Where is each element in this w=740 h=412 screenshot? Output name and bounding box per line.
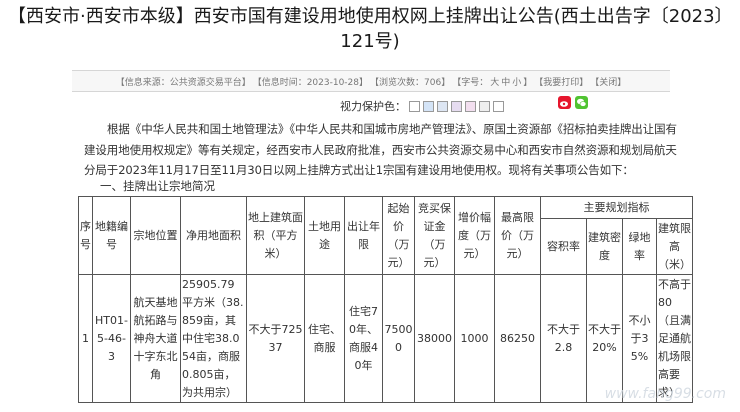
header-max-price: 最高限价（万元） xyxy=(494,196,541,275)
color-swatch-default[interactable] xyxy=(493,100,504,112)
cell-floor-area: 不大于72537 xyxy=(246,274,305,403)
font-size-small-link[interactable]: 小 xyxy=(512,75,521,88)
cell-code: HT01-5-46-3 xyxy=(92,274,131,403)
color-swatch-gray[interactable] xyxy=(479,100,490,112)
cell-green: 不小于35% xyxy=(622,274,657,403)
color-swatch-lightblue[interactable] xyxy=(437,100,448,112)
color-swatch-pink[interactable] xyxy=(465,100,476,112)
cell-location: 航天基地航拓路与神舟大道十字东北角 xyxy=(130,274,181,403)
header-deposit: 竞买保证金（万元） xyxy=(414,196,455,275)
print-link[interactable]: 【我要打印】 xyxy=(534,75,588,88)
close-link[interactable]: 【关闭】 xyxy=(590,75,626,88)
cell-increment: 1000 xyxy=(454,274,495,403)
table-row: 1 HT01-5-46-3 航天基地航拓路与神舟大道十字东北角 25905.79… xyxy=(78,274,693,403)
color-swatch-white[interactable] xyxy=(409,100,420,112)
cell-deposit: 38000 xyxy=(414,274,455,403)
wechat-share-icon[interactable] xyxy=(575,96,588,109)
eye-protect-label: 视力保护色： xyxy=(340,100,406,113)
color-swatch-lavender[interactable] xyxy=(451,100,462,112)
title-line-1: 【西安市·西安市本级】西安市国有建设用地使用权网上挂牌出让公告(西土出告字〔20… xyxy=(8,6,733,27)
header-area: 净用地面积 xyxy=(180,196,247,275)
weibo-share-icon[interactable] xyxy=(558,96,571,109)
cell-height: 不高于80（且满足通航机场限高要求） xyxy=(656,274,693,403)
cell-far: 不大于2.8 xyxy=(540,274,587,403)
cell-density: 不大于20% xyxy=(586,274,623,403)
cell-start-price: 75000 xyxy=(382,274,415,403)
header-location: 宗地位置 xyxy=(130,196,181,275)
header-increment: 增价幅度（万元） xyxy=(454,196,495,275)
eye-protect-colors: 视力保护色： xyxy=(340,98,504,114)
header-seq: 序号 xyxy=(78,196,93,275)
info-source: 【信息来源：公共资源交易平台】 xyxy=(115,77,251,88)
header-years: 出让年限 xyxy=(344,196,383,275)
header-far: 容积率 xyxy=(540,218,587,275)
font-size-label: 【字号： xyxy=(452,77,489,88)
font-size-medium-link[interactable]: 中 xyxy=(501,75,510,88)
info-bar: 【信息来源：公共资源交易平台】 【信息时间：2023-10-28】 【浏览次数：… xyxy=(72,70,670,92)
header-floor-area: 地上建筑面积（平方米） xyxy=(246,196,305,275)
cell-use: 住宅、商服 xyxy=(304,274,345,403)
cell-max-price: 86250 xyxy=(494,274,541,403)
header-height: 建筑限高（米） xyxy=(656,218,693,275)
header-main-indicators: 主要规划指标 xyxy=(540,196,693,219)
color-swatch-blue[interactable] xyxy=(423,100,434,112)
title-line-2: 121号) xyxy=(340,31,400,52)
intro-paragraph: 根据《中华人民共和国土地管理法》《中华人民共和国城市房地产管理法》、原国土资源部… xyxy=(84,122,677,177)
cell-area: 25905.79平方米（38.859亩，其中住宅38.054亩，商服0.805亩… xyxy=(180,274,247,403)
info-views: 【浏览次数：706】 xyxy=(370,77,451,88)
cell-seq: 1 xyxy=(78,274,93,403)
parcel-table: 序号 地籍编号 宗地位置 净用地面积 地上建筑面积（平方米） 土地用途 出让年限… xyxy=(78,196,693,403)
header-use: 土地用途 xyxy=(304,196,345,275)
header-density: 建筑密度 xyxy=(586,218,623,275)
section-heading-1: 一、挂牌出让宗地简况 xyxy=(100,179,215,193)
header-green: 绿地率 xyxy=(622,218,657,275)
font-size-big-link[interactable]: 大 xyxy=(490,75,499,88)
header-code: 地籍编号 xyxy=(92,196,131,275)
watermark: www.fang99.com xyxy=(604,386,726,402)
cell-years: 住宅70年、商服40年 xyxy=(344,274,383,403)
info-time: 【信息时间：2023-10-28】 xyxy=(252,77,369,88)
font-size-label-end: 】 xyxy=(523,77,533,88)
announcement-title: 【西安市·西安市本级】西安市国有建设用地使用权网上挂牌出让公告(西土出告字〔20… xyxy=(8,4,733,54)
header-start-price: 起始价（万元） xyxy=(382,196,415,275)
